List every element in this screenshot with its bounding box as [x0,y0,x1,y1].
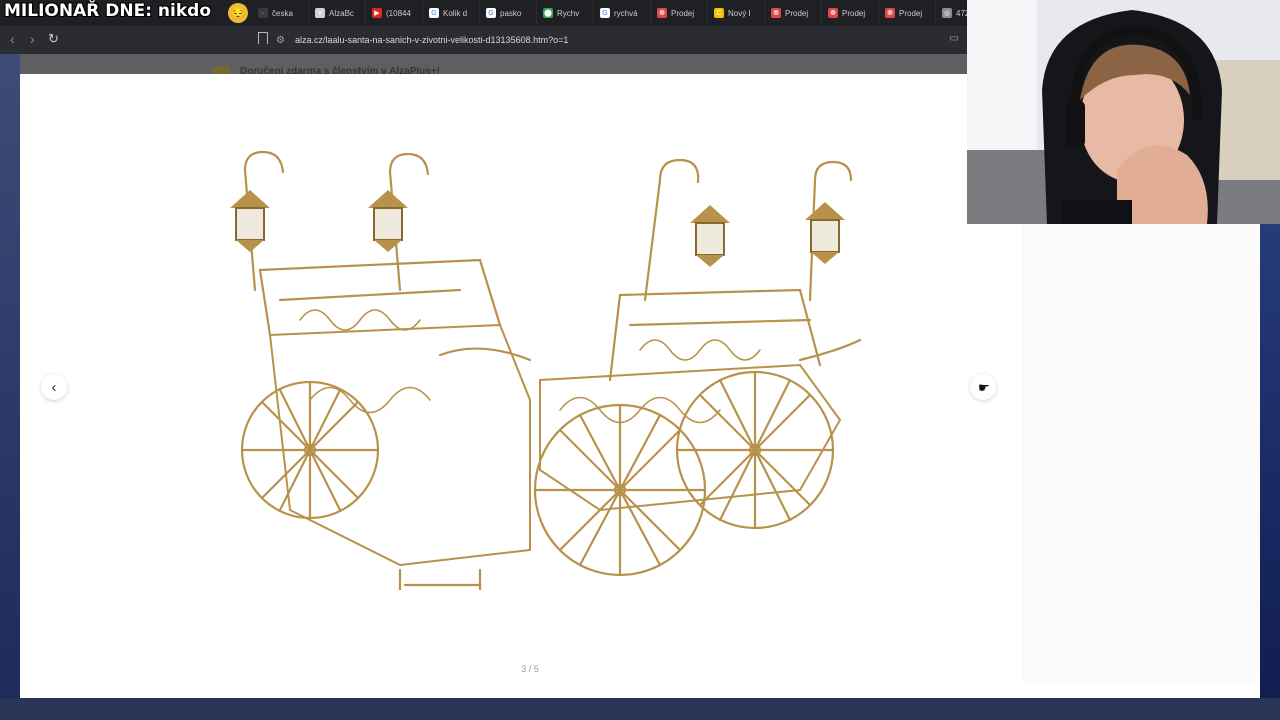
tab-label: 4720,g [956,8,967,18]
tab-favicon-icon: ◎ [942,8,952,18]
gallery-prev-button[interactable]: ‹ [41,374,67,400]
address-bar[interactable]: ⚙ alza.cz/laalu-santa-na-sanich-v-zivotn… [276,30,966,50]
browser-tab[interactable]: ❁ Prodej [822,0,879,26]
back-arrow-icon[interactable]: ‹ [10,31,15,47]
gallery-counter: 3 / 5 [521,664,539,674]
forward-arrow-icon[interactable]: › [30,31,35,47]
page-right-edge [1260,224,1280,720]
tab-label: Prodej [671,8,695,18]
tab-favicon-icon: ❁ [771,8,781,18]
tab-favicon-icon: C [714,8,724,18]
page-left-edge [0,54,20,720]
tab-favicon-icon: G [486,8,496,18]
gallery-side-panel [1022,224,1260,684]
browser-tab[interactable]: ▶ (10844 [366,0,423,26]
stream-overlay-title: MILIONAŘ DNE: nikdo [4,1,211,21]
tab-label: (10844 [386,8,411,18]
browser-tabs: · česka ≡ AlzaBc ▶ (10844 G Kolik d Gpasko ⬤ Rychv… [252,0,967,26]
site-info-icon[interactable]: ⚙ [276,35,285,46]
browser-tab[interactable]: ❁ Prodej [879,0,936,26]
tab-favicon-icon: G [600,8,610,18]
browser-tab[interactable]: · česka [252,0,309,26]
tab-favicon-icon: G [429,8,439,18]
tab-favicon-icon: ❁ [885,8,895,18]
tab-label: Kolik d [443,8,468,18]
tab-favicon-icon: ❁ [828,8,838,18]
browser-tab[interactable]: Grychvá [594,0,651,26]
tab-favicon-icon: ▶ [372,8,382,18]
bookmark-icon[interactable] [258,32,268,44]
browser-tab[interactable]: ◎ 4720,g [936,0,967,26]
tab-label: AlzaBc [329,8,354,18]
reload-icon[interactable]: ↻ [48,31,59,47]
browser-tab[interactable]: Gpasko [480,0,537,26]
tab-favicon-icon: · [258,8,268,18]
tab-label: Rychv [557,8,580,18]
product-image-carriage [230,150,862,590]
browser-tab[interactable]: ❁ Prodej [765,0,822,26]
tab-label: Prodej [842,8,866,18]
chevron-left-icon: ‹ [51,378,57,396]
browser-tab[interactable]: C Nový I [708,0,765,26]
browser-tab[interactable]: ❁ Prodej [651,0,708,26]
cast-icon[interactable]: ▭ [950,33,959,44]
browser-tab[interactable]: ≡ AlzaBc [309,0,366,26]
browser-tab[interactable]: ⬤ Rychv [537,0,594,26]
tab-label: Prodej [899,8,923,18]
lantern-group [230,190,845,267]
tab-label: Nový I [728,8,751,18]
hand-cursor-icon: ☛ [978,380,990,395]
tab-label: česka [272,8,293,18]
tab-favicon-icon: ❁ [657,8,667,18]
tab-favicon-icon: ≡ [315,8,325,18]
tab-label: Prodej [785,8,809,18]
browser-tab[interactable]: G Kolik d [423,0,480,26]
tab-favicon-icon: ⬤ [543,8,553,18]
webcam-feed [967,0,1280,224]
tab-label: pasko [500,8,522,18]
address-url: alza.cz/laalu-santa-na-sanich-v-zivotni-… [294,35,569,45]
pensive-emoji-icon: 😔 [228,3,248,23]
tab-label: rychvá [614,8,638,18]
browser-toolbar: ‹ › ↻ ⚙ alza.cz/laalu-santa-na-sanich-v-… [0,26,967,54]
page-bottom-strip [0,698,1280,720]
